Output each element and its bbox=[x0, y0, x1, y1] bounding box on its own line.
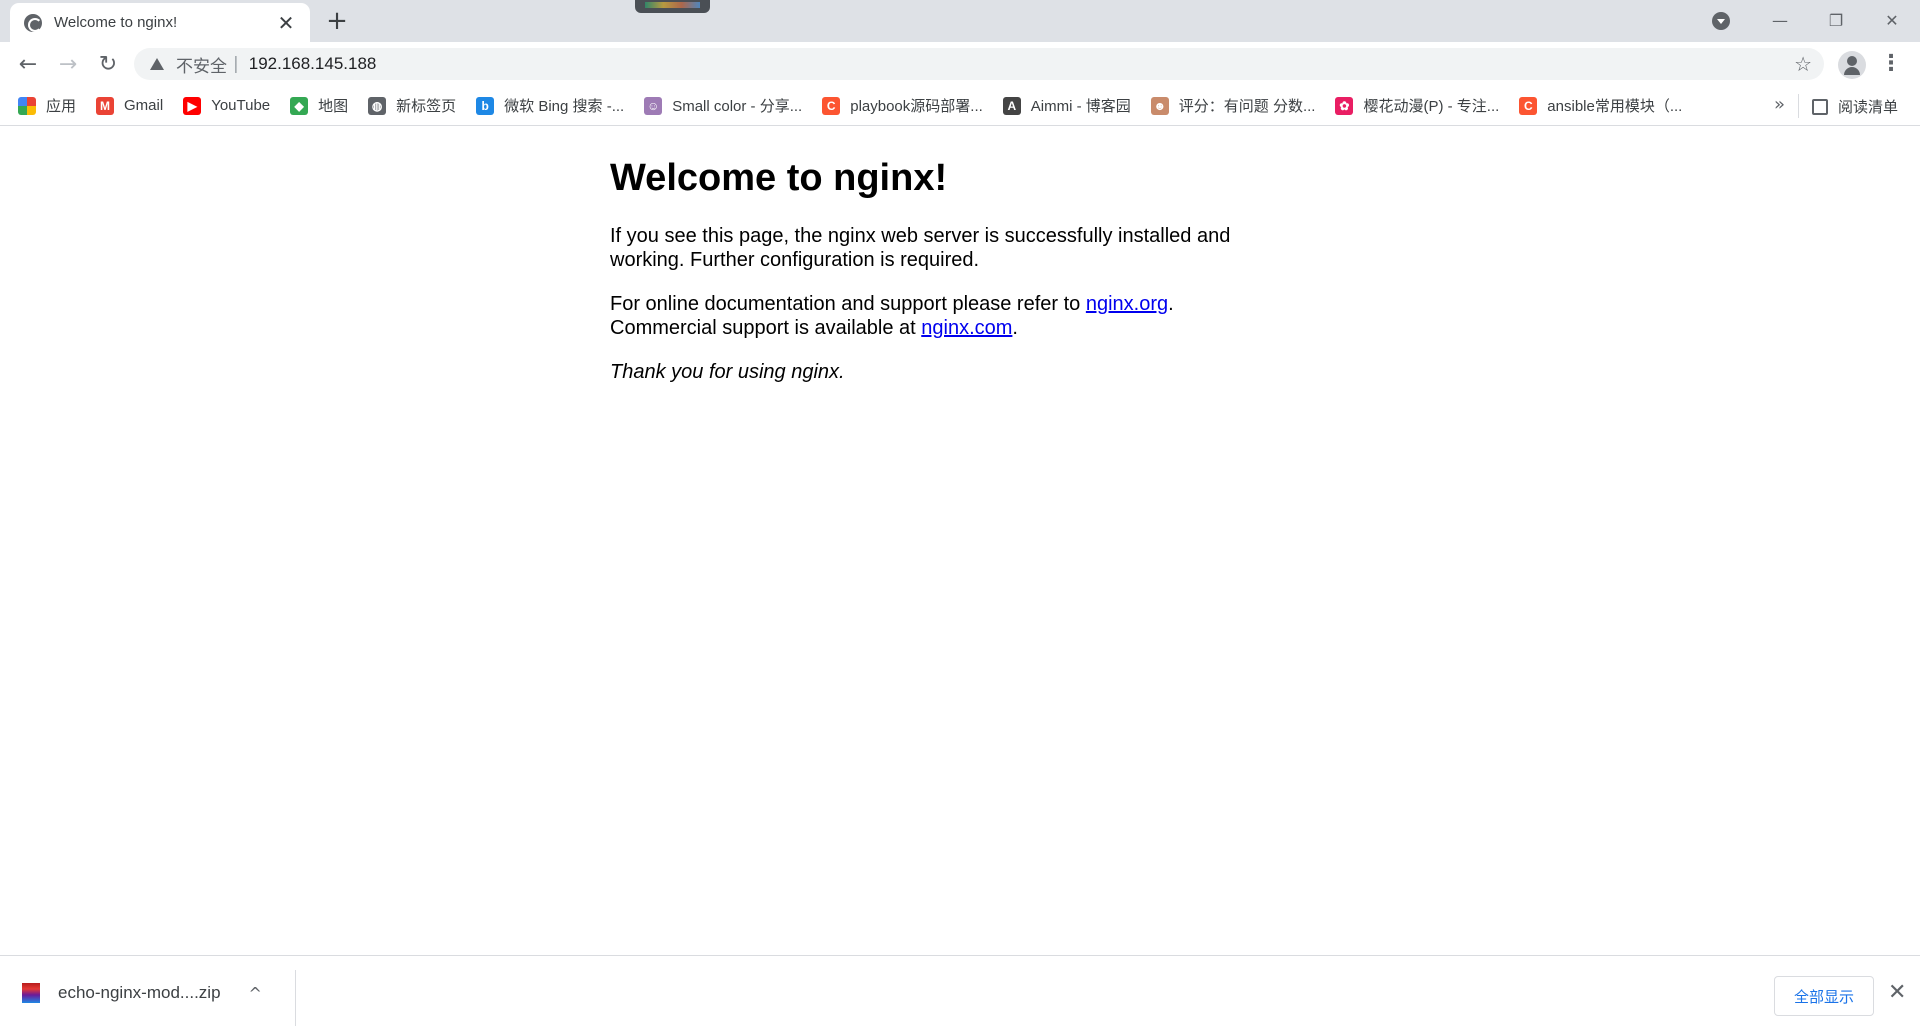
tab-title: Welcome to nginx! bbox=[54, 14, 178, 31]
warning-icon[interactable] bbox=[150, 58, 164, 70]
bookmark-item[interactable]: M Gmail bbox=[96, 96, 164, 115]
bookmark-item[interactable]: ◍ 新标签页 bbox=[368, 95, 456, 116]
bookmark-item[interactable]: A Aimmi - 博客园 bbox=[1002, 95, 1131, 116]
bookmarks-overflow-button[interactable]: » bbox=[1774, 94, 1785, 115]
close-tab-icon[interactable]: ✕ bbox=[276, 13, 296, 33]
url-text[interactable]: 192.168.145.188 bbox=[249, 54, 377, 74]
nginx-welcome: Welcome to nginx! If you see this page, … bbox=[610, 157, 1310, 404]
bookmark-item[interactable]: ☺ Small color - 分享... bbox=[644, 95, 802, 116]
page-viewport: Welcome to nginx! If you see this page, … bbox=[0, 127, 1920, 955]
close-window-button[interactable]: ✕ bbox=[1864, 0, 1920, 40]
apps-grid-icon bbox=[18, 96, 36, 115]
thanks-text: Thank you for using nginx. bbox=[610, 361, 845, 383]
globe-icon bbox=[24, 13, 42, 32]
reload-button[interactable]: ↻ bbox=[92, 48, 124, 80]
avatar-icon: ☻ bbox=[1150, 96, 1169, 115]
bookmark-label: Small color - 分享... bbox=[672, 98, 803, 115]
maps-icon: ◆ bbox=[290, 96, 309, 115]
bookmark-star-icon[interactable]: ☆ bbox=[1794, 52, 1812, 76]
csdn-icon: C bbox=[822, 96, 841, 115]
bookmark-list: 应用 M Gmail ▶ YouTube ◆ 地图 ◍ 新标签页 b 微软 Bing 搜索 -...… bbox=[18, 95, 1702, 116]
commercial-period: . bbox=[1012, 317, 1018, 339]
new-tab-button[interactable]: + bbox=[322, 7, 352, 37]
nginx-com-link[interactable]: nginx.com bbox=[921, 317, 1012, 339]
bookmark-label: 樱花动漫(P) - 专注... bbox=[1363, 98, 1500, 115]
bookmark-item[interactable]: ◆ 地图 bbox=[290, 95, 348, 116]
reading-list-button[interactable]: 阅读清单 bbox=[1812, 96, 1898, 117]
nginx-org-link[interactable]: nginx.org bbox=[1086, 293, 1168, 315]
flower-icon: ✿ bbox=[1335, 96, 1354, 115]
menu-icon[interactable]: ⋮ bbox=[1880, 50, 1902, 78]
bookmark-item[interactable]: ✿ 樱花动漫(P) - 专注... bbox=[1335, 95, 1499, 116]
archive-file-icon bbox=[22, 983, 40, 1003]
bookmarks-bar: 应用 M Gmail ▶ YouTube ◆ 地图 ◍ 新标签页 b 微软 Bing 搜索 -...… bbox=[0, 86, 1920, 126]
address-separator: | bbox=[233, 54, 239, 74]
bookmark-label: Gmail bbox=[124, 97, 164, 114]
smallcolor-icon: ☺ bbox=[644, 96, 663, 115]
bookmarks-divider bbox=[1798, 94, 1799, 118]
bookmark-label: 新标签页 bbox=[396, 98, 457, 115]
bing-icon: b bbox=[476, 96, 495, 115]
page-heading: Welcome to nginx! bbox=[610, 157, 948, 199]
bookmark-item[interactable]: b 微软 Bing 搜索 -... bbox=[476, 95, 624, 116]
bookmark-label: 应用 bbox=[46, 98, 77, 115]
address-bar[interactable]: 不安全 | 192.168.145.188 ☆ bbox=[134, 48, 1824, 80]
docs-paragraph: For online documentation and support ple… bbox=[610, 292, 1310, 340]
download-file-name[interactable]: echo-nginx-mod....zip bbox=[58, 983, 221, 1003]
bookmark-item[interactable]: ▶ YouTube bbox=[183, 96, 271, 115]
commercial-text: Commercial support is available at bbox=[610, 317, 922, 339]
bookmark-label: 地图 bbox=[318, 98, 349, 115]
youtube-icon: ▶ bbox=[183, 96, 202, 115]
bookmark-label: YouTube bbox=[211, 97, 271, 114]
bookmark-label: 评分：有问题 分数... bbox=[1178, 98, 1316, 115]
show-all-button[interactable]: 全部显示 bbox=[1774, 976, 1874, 1016]
bookmark-label: Aimmi - 博客园 bbox=[1030, 98, 1131, 115]
profile-avatar-icon[interactable] bbox=[1838, 51, 1866, 79]
bookmark-item[interactable]: Cansible常用模块（... bbox=[1519, 95, 1682, 116]
window-controls: — ❐ ✕ bbox=[1752, 0, 1920, 40]
docs-period: . bbox=[1168, 293, 1174, 315]
forward-button[interactable]: → bbox=[52, 48, 84, 80]
docs-text: For online documentation and support ple… bbox=[610, 293, 1086, 315]
download-divider bbox=[295, 970, 296, 1026]
gmail-icon: M bbox=[96, 96, 115, 115]
tab-strip: Welcome to nginx! ✕ + — ❐ ✕ bbox=[0, 0, 1920, 42]
bookmark-item[interactable]: 应用 bbox=[18, 95, 76, 116]
minimize-button[interactable]: — bbox=[1752, 0, 1808, 40]
reading-list-icon bbox=[1812, 98, 1828, 115]
toolbar: ← → ↻ 不安全 | 192.168.145.188 ☆ ⋮ bbox=[0, 42, 1920, 86]
tab-search-icon[interactable] bbox=[1712, 12, 1730, 30]
camera-notch bbox=[635, 0, 710, 13]
bookmark-label: ansible常用模块（... bbox=[1547, 98, 1683, 115]
chevron-up-icon[interactable]: ^ bbox=[249, 984, 262, 1003]
bookmark-item[interactable]: Cplaybook源码部署... bbox=[822, 95, 983, 116]
restore-button[interactable]: ❐ bbox=[1808, 0, 1864, 40]
bookmark-item[interactable]: ☻ 评分：有问题 分数... bbox=[1150, 95, 1316, 116]
reading-list-label: 阅读清单 bbox=[1838, 98, 1899, 116]
csdn-icon: C bbox=[1519, 96, 1538, 115]
download-item[interactable]: echo-nginx-mod....zip ^ bbox=[22, 978, 262, 1008]
intro-paragraph: If you see this page, the nginx web serv… bbox=[610, 225, 1231, 271]
back-button[interactable]: ← bbox=[12, 48, 44, 80]
security-label[interactable]: 不安全 bbox=[176, 52, 227, 77]
close-download-bar-icon[interactable]: ✕ bbox=[1888, 980, 1906, 1005]
browser-tab[interactable]: Welcome to nginx! ✕ bbox=[10, 3, 310, 42]
bookmark-label: 微软 Bing 搜索 -... bbox=[504, 98, 625, 115]
globe-icon: ◍ bbox=[368, 96, 387, 115]
bookmark-label: playbook源码部署... bbox=[850, 98, 983, 115]
cnblogs-icon: A bbox=[1002, 96, 1021, 115]
download-bar: echo-nginx-mod....zip ^ 全部显示 ✕ bbox=[0, 955, 1920, 1030]
thanks-paragraph: Thank you for using nginx. bbox=[610, 360, 1310, 384]
